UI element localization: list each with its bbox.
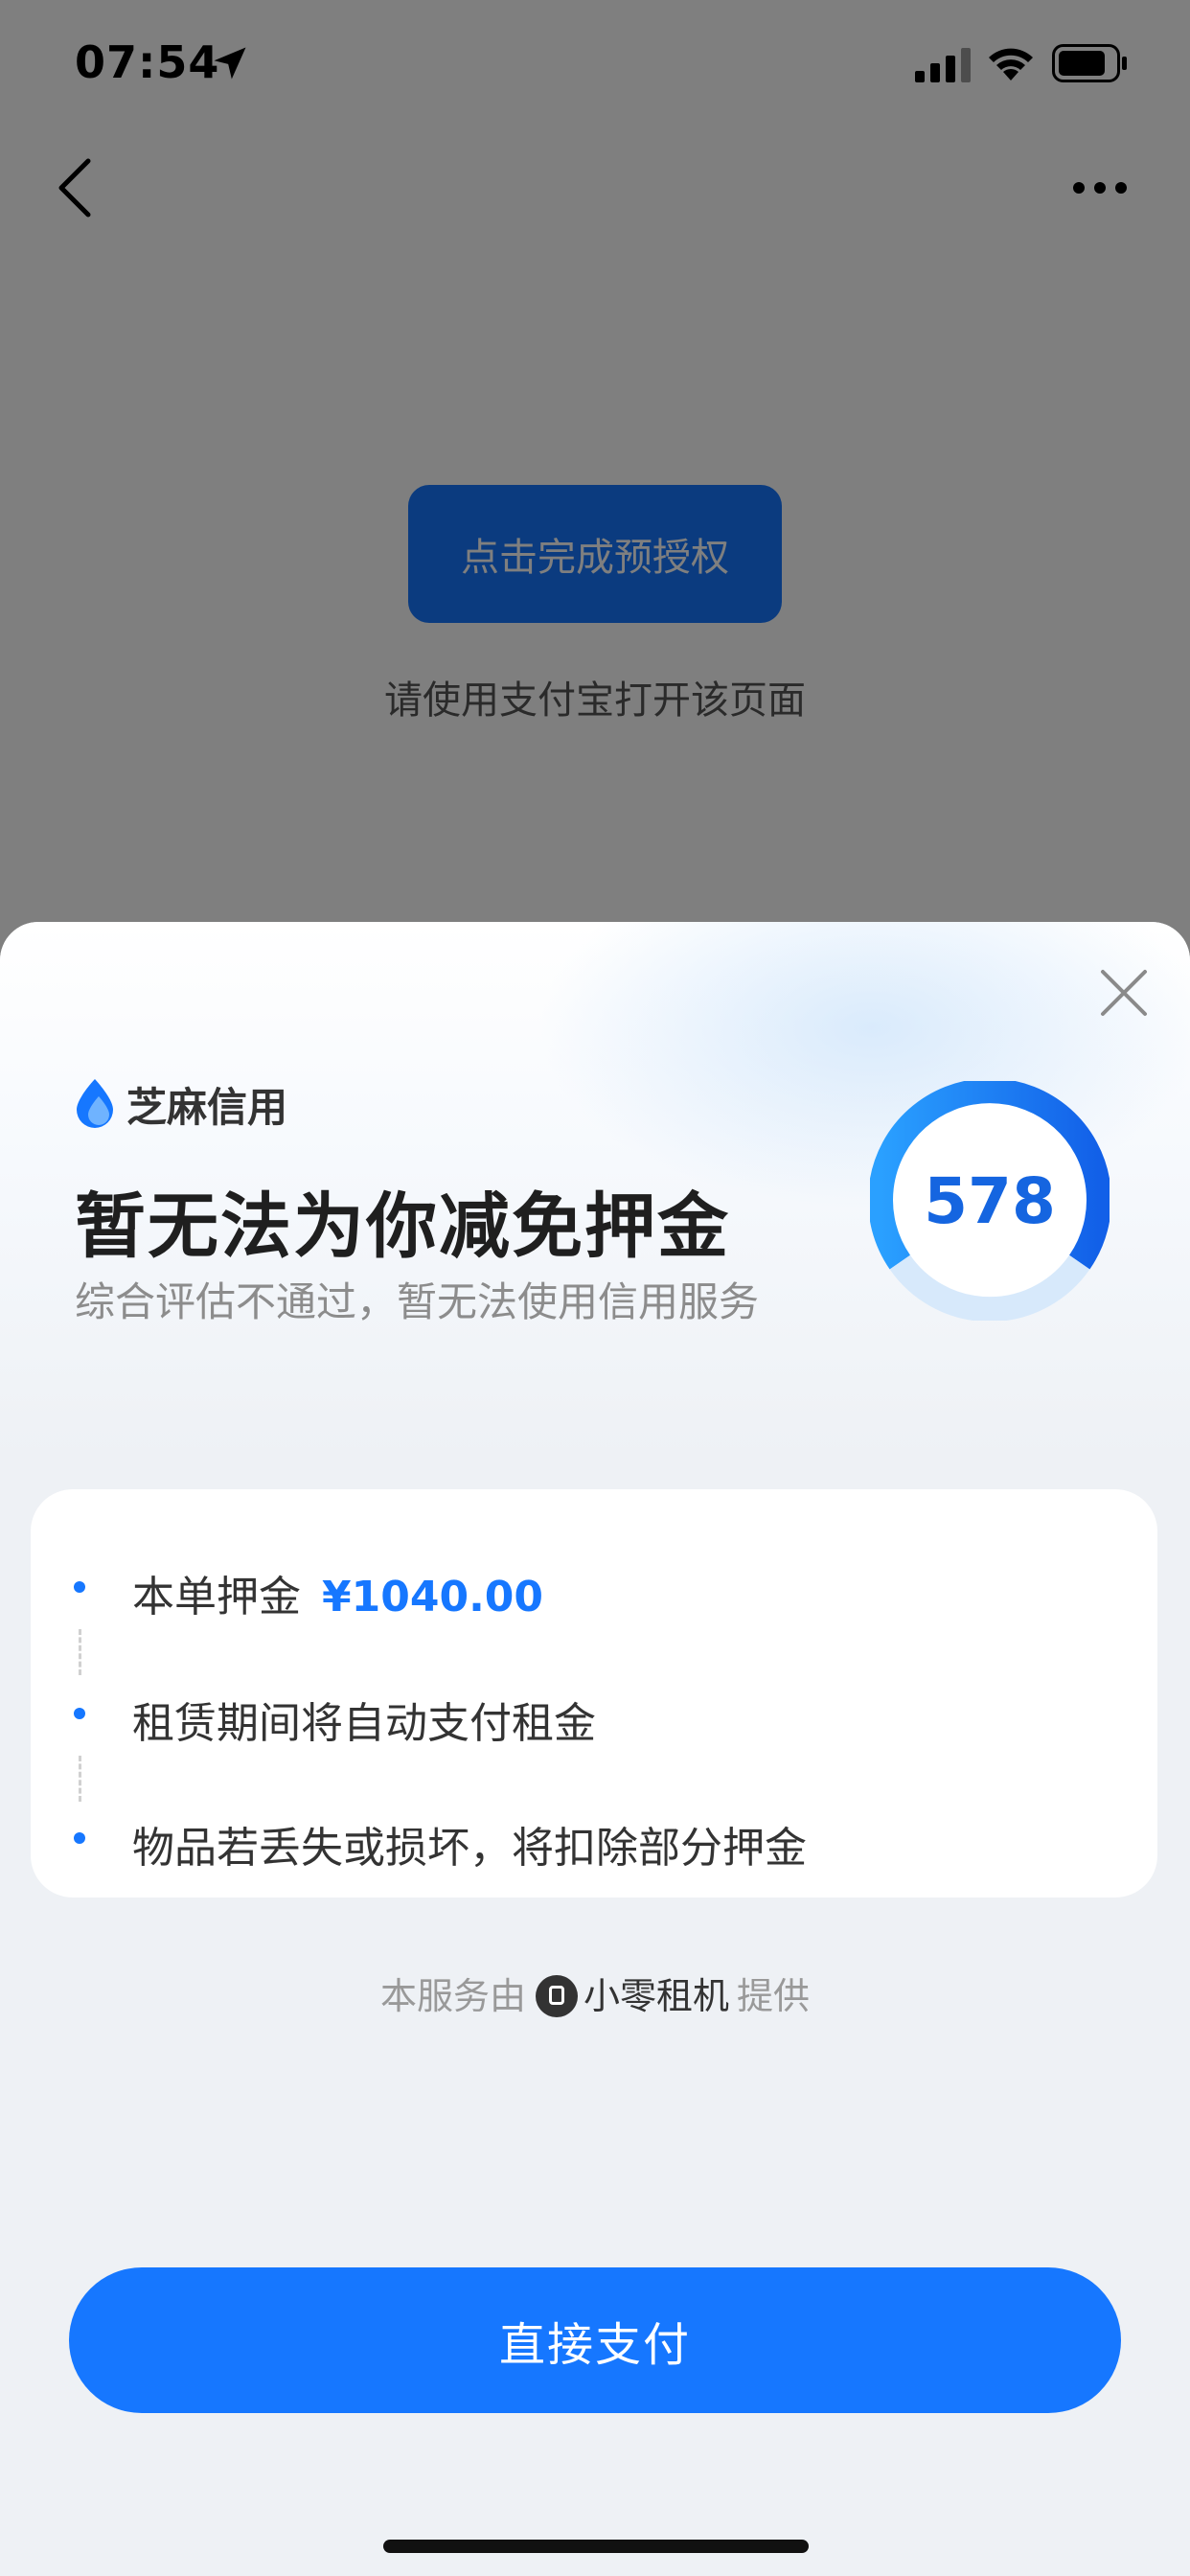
list-item: 本单押金 ¥1040.00 [31,1549,1157,1625]
deposit-amount: ¥1040.00 [322,1573,544,1622]
sesame-credit-logo-icon [77,1079,113,1128]
timeline-connector [79,1629,81,1675]
service-provider-note: 本服务由 小零租机 提供 [0,1966,1190,2023]
auto-rent-payment-text: 租赁期间将自动支付租金 [132,1699,596,1748]
home-indicator [383,2540,809,2553]
deposit-info-card: 本单押金 ¥1040.00 租赁期间将自动支付租金 物品若丢失或损坏，将扣除部分押… [31,1489,1157,1898]
bullet-dot [74,1832,85,1844]
brand-name: 芝麻信用 [126,1083,288,1131]
sesame-credit-brand: 芝麻信用 [73,1075,287,1133]
deposit-label-text: 本单押金 [132,1573,301,1622]
credit-result-sheet: 芝麻信用 暂无法为你减免押金 综合评估不通过，暂无法使用信用服务 578 本单押… [0,922,1190,2576]
close-icon[interactable] [1097,966,1151,1020]
sheet-title: 暂无法为你减免押金 [75,1185,730,1268]
provider-prefix: 本服务由 [379,1975,526,2017]
damage-deduction-text: 物品若丢失或损坏，将扣除部分押金 [132,1824,807,1873]
credit-score-value: 578 [924,1163,1056,1238]
pay-directly-button[interactable]: 直接支付 [69,2267,1121,2413]
deposit-label: 本单押金 ¥1040.00 [132,1562,543,1623]
sheet-subtitle: 综合评估不通过，暂无法使用信用服务 [75,1278,760,1325]
list-item: 租赁期间将自动支付租金 [31,1675,1157,1752]
timeline-connector [79,1756,81,1802]
list-item: 物品若丢失或损坏，将扣除部分押金 [31,1800,1157,1876]
provider-name: 小零租机 [583,1975,729,2017]
bullet-dot [74,1708,85,1719]
provider-logo-icon [535,1974,578,2017]
bullet-dot [74,1581,85,1593]
provider-suffix: 提供 [737,1975,811,2017]
